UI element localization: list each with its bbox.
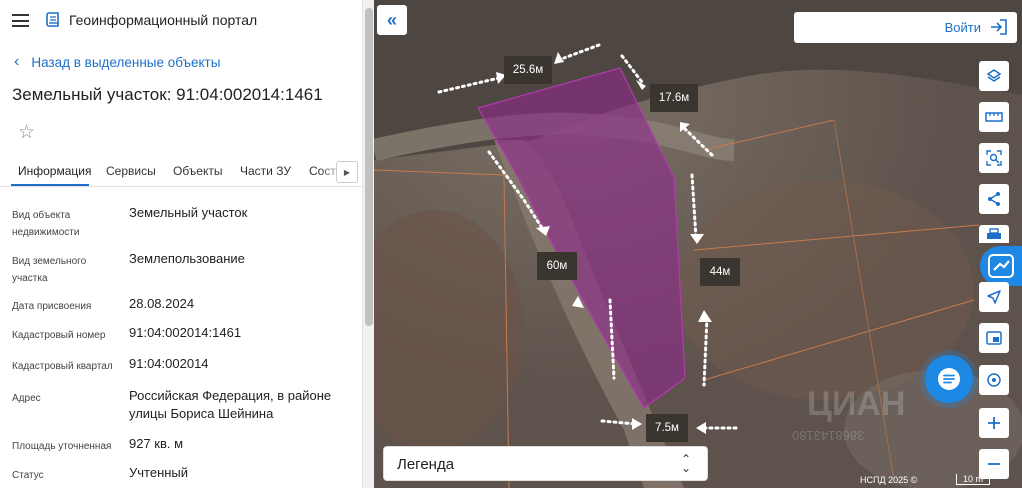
attribute-value: 91:04:002014:1461: [129, 325, 242, 340]
print-icon: [987, 228, 1001, 239]
distance-label: 7.5м: [646, 414, 688, 442]
attribute-label: Кадастровый квартал: [12, 361, 113, 372]
watermark: ЦИАН: [807, 385, 906, 423]
info-panel: Геоинформационный портал ‹ Назад в выдел…: [0, 0, 362, 488]
attribute-label: Площадь уточненная: [12, 441, 112, 452]
panel-scrollbar[interactable]: [362, 0, 374, 488]
print-button[interactable]: [979, 225, 1009, 243]
distance-label: 17.6м: [650, 84, 698, 112]
attribute-value: Земельный участок: [129, 205, 248, 220]
map-view[interactable]: ЦИАН 3868143180 25.6м 17.6м 60м 44м 7.5м…: [374, 0, 1022, 488]
attribute-label: Адрес: [12, 393, 41, 404]
collapse-panel-button[interactable]: «: [377, 5, 407, 35]
expand-arrows-icon: ⌃ ⌄: [680, 452, 691, 475]
map-attribution: НСПД 2025 ©: [860, 475, 918, 485]
scroll-thumb[interactable]: [365, 8, 373, 326]
active-tab-indicator: [11, 184, 89, 186]
attribute-value: Российская Федерация, в районе улицы Бор…: [129, 388, 332, 421]
attribute-label: Статус: [12, 470, 44, 481]
attribute-label: Дата присвоения: [12, 301, 92, 312]
menu-icon[interactable]: [12, 14, 29, 27]
favorite-star-icon[interactable]: ☆: [18, 121, 35, 144]
top-bar: Геоинформационный портал: [0, 0, 362, 42]
tab-services[interactable]: Сервисы: [106, 164, 156, 178]
distance-label: 44м: [700, 258, 740, 286]
zoom-out-icon: [988, 463, 1000, 465]
login-button[interactable]: Войти: [794, 12, 1017, 43]
share-icon: [988, 192, 1000, 206]
back-link-label: Назад в выделенные объекты: [31, 54, 221, 70]
attribute-value: Землепользование: [129, 251, 245, 266]
location-button[interactable]: [979, 365, 1009, 395]
portal-logo-icon: [46, 12, 59, 27]
tab-objects[interactable]: Объекты: [173, 164, 223, 178]
chat-button[interactable]: [925, 355, 973, 403]
zoom-in-icon: [988, 417, 1000, 429]
screen-icon: [986, 331, 1002, 345]
ruler-button[interactable]: [979, 102, 1009, 132]
location-icon: [987, 373, 1001, 387]
portal-title: Геоинформационный портал: [69, 12, 258, 28]
tab-parts[interactable]: Части ЗУ: [240, 164, 291, 178]
attribute-label: Вид земельного участка: [12, 256, 87, 284]
screen-button[interactable]: [979, 323, 1009, 353]
navigate-button[interactable]: [979, 282, 1009, 312]
back-to-selected-link[interactable]: ‹ Назад в выделенные объекты: [14, 54, 220, 70]
ruler-icon: [985, 112, 1003, 122]
attribute-value: 28.08.2024: [129, 296, 195, 311]
tab-bar: Информация Сервисы Объекты Части ЗУ Сост…: [0, 155, 362, 187]
layers-button[interactable]: [979, 61, 1009, 91]
distance-label: 60м: [537, 252, 577, 280]
navigate-icon: [987, 290, 1001, 304]
search-area-button[interactable]: [979, 143, 1009, 173]
distance-label: 25.6м: [504, 56, 552, 84]
search-area-icon: [986, 150, 1002, 166]
scale-bar: 10 m: [956, 474, 990, 485]
login-label: Войти: [944, 20, 981, 35]
tab-information[interactable]: Информация: [18, 164, 91, 178]
chevron-left-icon: ‹: [14, 53, 20, 70]
watermark-id: 3868143180: [792, 428, 865, 443]
attribute-label: Вид объекта недвижимости: [12, 210, 80, 238]
assistant-badge-icon: [988, 254, 1014, 278]
page-title: Земельный участок: 91:04:002014:1461: [12, 85, 323, 104]
login-icon: [991, 19, 1007, 35]
legend-label: Легенда: [397, 456, 455, 473]
satellite-imagery: [374, 0, 1022, 488]
chat-icon: [938, 368, 960, 390]
share-button[interactable]: [979, 184, 1009, 214]
attribute-value: 91:04:002014: [129, 356, 209, 371]
attribute-label: Кадастровый номер: [12, 330, 106, 341]
zoom-in-button[interactable]: [979, 408, 1009, 438]
assistant-badge[interactable]: [980, 246, 1022, 286]
attribute-value: Учтенный: [129, 465, 189, 480]
layers-icon: [986, 69, 1002, 82]
legend-dropdown[interactable]: Легенда ⌃ ⌄: [383, 446, 708, 481]
tabs-scroll-right-button[interactable]: ▶: [336, 161, 358, 183]
attribute-value: 927 кв. м: [129, 436, 184, 451]
